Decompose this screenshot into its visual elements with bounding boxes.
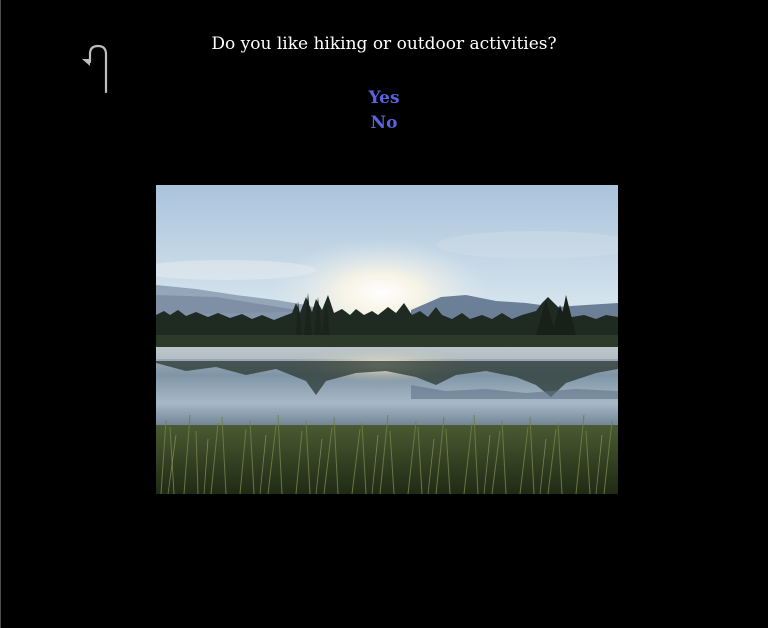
question-text: Do you like hiking or outdoor activities… xyxy=(211,34,557,54)
answer-options: Yes No xyxy=(0,86,768,136)
option-no[interactable]: No xyxy=(371,111,398,136)
option-yes[interactable]: Yes xyxy=(368,86,399,111)
landscape-photo xyxy=(156,185,618,494)
